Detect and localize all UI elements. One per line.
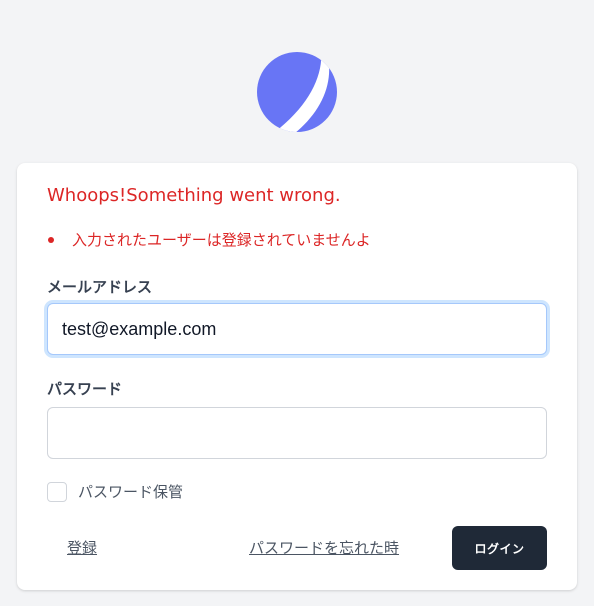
login-card: Whoops!Something went wrong. 入力されたユーザーは登… [17, 163, 577, 590]
app-logo-icon [257, 52, 337, 132]
remember-me[interactable]: パスワード保管 [47, 481, 183, 502]
error-title: Whoops!Something went wrong. [47, 185, 341, 206]
email-input[interactable] [47, 303, 547, 355]
remember-label: パスワード保管 [78, 483, 184, 501]
register-link[interactable]: 登録 [67, 537, 97, 558]
error-list: 入力されたユーザーは登録されていませんよ [47, 229, 371, 251]
error-message: 入力されたユーザーは登録されていませんよ [47, 229, 371, 251]
remember-checkbox[interactable] [47, 481, 67, 502]
login-button[interactable]: ログイン [452, 526, 547, 570]
forgot-password-link[interactable]: パスワードを忘れた時 [249, 537, 399, 558]
password-input[interactable] [47, 407, 547, 459]
password-label: パスワード [47, 380, 123, 398]
email-label: メールアドレス [47, 278, 153, 296]
